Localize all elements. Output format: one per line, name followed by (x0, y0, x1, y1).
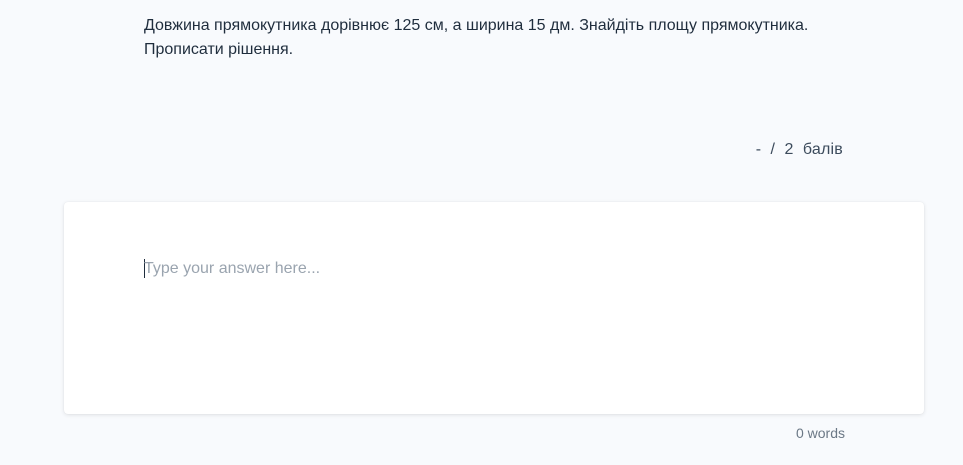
points-max: 2 (784, 141, 794, 158)
points-separator: / (770, 141, 776, 158)
question-page: Довжина прямокутника дорівнює 125 см, а … (0, 0, 963, 465)
question-line-2: Прописати рішення. (144, 41, 294, 58)
answer-input[interactable] (144, 258, 844, 378)
word-count: 0 words (795, 425, 845, 441)
points-unit: балів (802, 141, 843, 158)
points-indicator: - / 2 балів (756, 139, 843, 161)
question-line-1: Довжина прямокутника дорівнює 125 см, а … (144, 17, 809, 34)
question-text: Довжина прямокутника дорівнює 125 см, а … (144, 14, 864, 62)
points-score: - (755, 141, 762, 158)
answer-card (64, 202, 924, 414)
